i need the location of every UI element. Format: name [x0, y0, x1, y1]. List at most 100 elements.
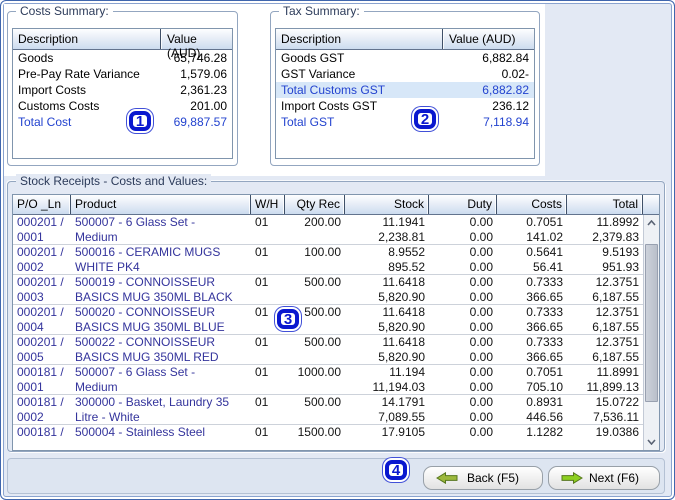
- cell-stock: 11.6418 5,820.90: [378, 335, 425, 364]
- summary-row: Pre-Pay Rate Variance 1,579.06: [13, 66, 232, 82]
- column-header-product[interactable]: Product: [71, 195, 251, 214]
- cell-product: 500004 - Stainless Steel: [75, 425, 206, 439]
- back-arrow-icon: [436, 472, 458, 484]
- costs-summary-title: Costs Summary:: [16, 4, 113, 18]
- cell-costs: 0.7051 141.02: [526, 215, 563, 244]
- tax-summary-panel: Tax Summary: Description Value (AUD) Goods…: [270, 4, 540, 166]
- table-row[interactable]: 000201 /0004 500020 - CONNOISSEUR BASICS M…: [13, 305, 643, 335]
- table-row[interactable]: 000201 /0005 500022 - CONNOISSEUR BASICS M…: [13, 335, 643, 365]
- cell-duty: 0.00: [469, 425, 493, 439]
- stock-receipts-title: Stock Receipts - Costs and Values:: [16, 174, 212, 188]
- cell-qty-rec: 1000.00: [297, 365, 341, 379]
- cell-duty: 0.00 0.00: [469, 275, 493, 304]
- cell-product: 500007 - 6 Glass Set - Medium: [75, 365, 196, 394]
- summary-row: Customs Costs 201.00: [13, 98, 232, 114]
- table-row[interactable]: 000181 / 500004 - Stainless Steel 01 1500.0…: [13, 425, 643, 450]
- cell-po-ln: 000201 /0005: [17, 335, 64, 364]
- cell-costs: 0.7051 705.10: [526, 365, 563, 394]
- summary-row: Total GST 7,118.94: [276, 114, 534, 130]
- column-header-value-aud: Value (AUD): [160, 29, 232, 60]
- cell-total: 11.8991 11,899.13: [586, 365, 640, 394]
- cell-qty-rec: 500.00: [304, 335, 341, 349]
- column-header-wh[interactable]: W/H: [251, 195, 285, 214]
- cell-total: 11.8992 2,379.83: [592, 215, 639, 244]
- cell-total: 19.0386: [595, 425, 639, 439]
- cell-stock: 11.6418 5,820.90: [378, 305, 425, 334]
- cell-po-ln: 000201 /0001: [17, 215, 64, 244]
- cell-product: 500007 - 6 Glass Set - Medium: [75, 215, 196, 244]
- summary-header-row: Description Value (AUD): [13, 29, 232, 60]
- cell-costs: 0.7333 366.65: [526, 305, 563, 334]
- summary-row-label: Import Costs: [18, 83, 87, 97]
- cell-po-ln: 000201 /0003: [17, 275, 64, 304]
- summary-row: Import Costs 2,361.23: [13, 82, 232, 98]
- cell-total: 12.3751 6,187.55: [592, 275, 639, 304]
- table-row[interactable]: 000181 /0002 300000 - Basket, Laundry 35 L…: [13, 395, 643, 425]
- cell-po-ln: 000181 /0002: [17, 395, 64, 424]
- cell-po-ln: 000181 /: [17, 425, 64, 439]
- summary-row: Import Costs GST 236.12: [276, 98, 534, 114]
- column-header-stock[interactable]: Stock: [345, 195, 429, 214]
- summary-row-value: 2,361.23: [180, 83, 227, 97]
- stock-receipts-grid: P/O _Ln Product W/H Qty Rec Stock Duty Costs To…: [12, 194, 660, 451]
- cell-product: 500020 - CONNOISSEUR BASICS MUG 350ML BLU…: [75, 305, 225, 334]
- footer-bar: Back (F5) Next (F6): [7, 458, 665, 494]
- vertical-scrollbar[interactable]: [643, 215, 659, 450]
- cell-product: 500019 - CONNOISSEUR BASICS MUG 350ML BLA…: [75, 275, 233, 304]
- column-header-value-aud: Value (AUD): [442, 29, 534, 49]
- table-row[interactable]: 000201 /0002 500016 - CERAMIC MUGS WHITE P…: [13, 245, 643, 275]
- column-header-duty[interactable]: Duty: [429, 195, 497, 214]
- scrollbar-thumb[interactable]: [645, 244, 658, 402]
- cell-qty-rec: 1500.00: [297, 425, 341, 439]
- cell-total: 15.0722 7,536.11: [593, 395, 639, 424]
- summary-row-label: GST Variance: [281, 67, 356, 81]
- next-arrow-icon: [561, 472, 583, 484]
- table-row[interactable]: 000201 /0003 500019 - CONNOISSEUR BASICS M…: [13, 275, 643, 305]
- cell-wh: 01: [255, 335, 269, 349]
- cell-costs: 0.5641 56.41: [526, 245, 563, 274]
- summary-row-value: 236.12: [492, 99, 529, 113]
- cell-duty: 0.00 0.00: [469, 305, 493, 334]
- cell-wh: 01: [255, 395, 269, 409]
- cell-product: 500022 - CONNOISSEUR BASICS MUG 350ML RED: [75, 335, 219, 364]
- summary-row-value: 201.00: [190, 99, 227, 113]
- next-button-label: Next (F6): [588, 471, 639, 485]
- cell-wh: 01: [255, 245, 269, 259]
- cell-duty: 0.00 0.00: [469, 335, 493, 364]
- cell-costs: 0.7333 366.65: [526, 275, 563, 304]
- cell-duty: 0.00 0.00: [469, 395, 493, 424]
- scroll-up-icon[interactable]: [644, 215, 659, 231]
- cell-qty-rec: 200.00: [304, 215, 341, 229]
- summary-row-value: 6,882.82: [482, 83, 529, 97]
- cell-product: 300000 - Basket, Laundry 35 Litre - White: [75, 395, 230, 424]
- column-header-qty-rec[interactable]: Qty Rec: [285, 195, 345, 214]
- column-header-costs[interactable]: Costs: [497, 195, 567, 214]
- step-badge-3: 3: [277, 309, 299, 329]
- column-header-po-ln[interactable]: P/O _Ln: [13, 195, 71, 214]
- table-row[interactable]: 000201 /0001 500007 - 6 Glass Set - Medium…: [13, 215, 643, 245]
- back-button[interactable]: Back (F5): [423, 466, 543, 490]
- cell-po-ln: 000201 /0002: [17, 245, 64, 274]
- cell-costs: 1.1282: [526, 425, 563, 439]
- next-button[interactable]: Next (F6): [548, 466, 660, 490]
- summary-row-value: 0.02-: [501, 67, 529, 81]
- summary-row-value: 1,579.06: [180, 67, 227, 81]
- cell-total: 9.5193 951.93: [602, 245, 639, 274]
- costs-summary-table: Description Value (AUD) Goods 65,746.28 Pre-…: [12, 28, 233, 159]
- cell-total: 12.3751 6,187.55: [592, 305, 639, 334]
- summary-row-label: Goods: [18, 51, 54, 65]
- summary-row: Goods 65,746.28: [13, 50, 232, 66]
- cell-stock: 14.1791 7,089.55: [378, 395, 425, 424]
- column-header-total[interactable]: Total: [567, 195, 643, 214]
- summary-row-value: 69,887.57: [173, 115, 227, 129]
- column-header-description: Description: [18, 32, 79, 46]
- tax-summary-title: Tax Summary:: [279, 4, 364, 18]
- scroll-down-icon[interactable]: [644, 434, 659, 450]
- column-header-description: Description: [281, 32, 342, 46]
- cell-qty-rec: 100.00: [304, 245, 341, 259]
- cell-product: 500016 - CERAMIC MUGS WHITE PK4: [75, 245, 221, 274]
- cell-stock: 11.1941 2,238.81: [378, 215, 425, 244]
- table-row[interactable]: 000181 /0001 500007 - 6 Glass Set - Medium…: [13, 365, 643, 395]
- cell-duty: 0.00 0.00: [469, 365, 493, 394]
- grid-header-row: P/O _Ln Product W/H Qty Rec Stock Duty Costs To…: [13, 195, 659, 215]
